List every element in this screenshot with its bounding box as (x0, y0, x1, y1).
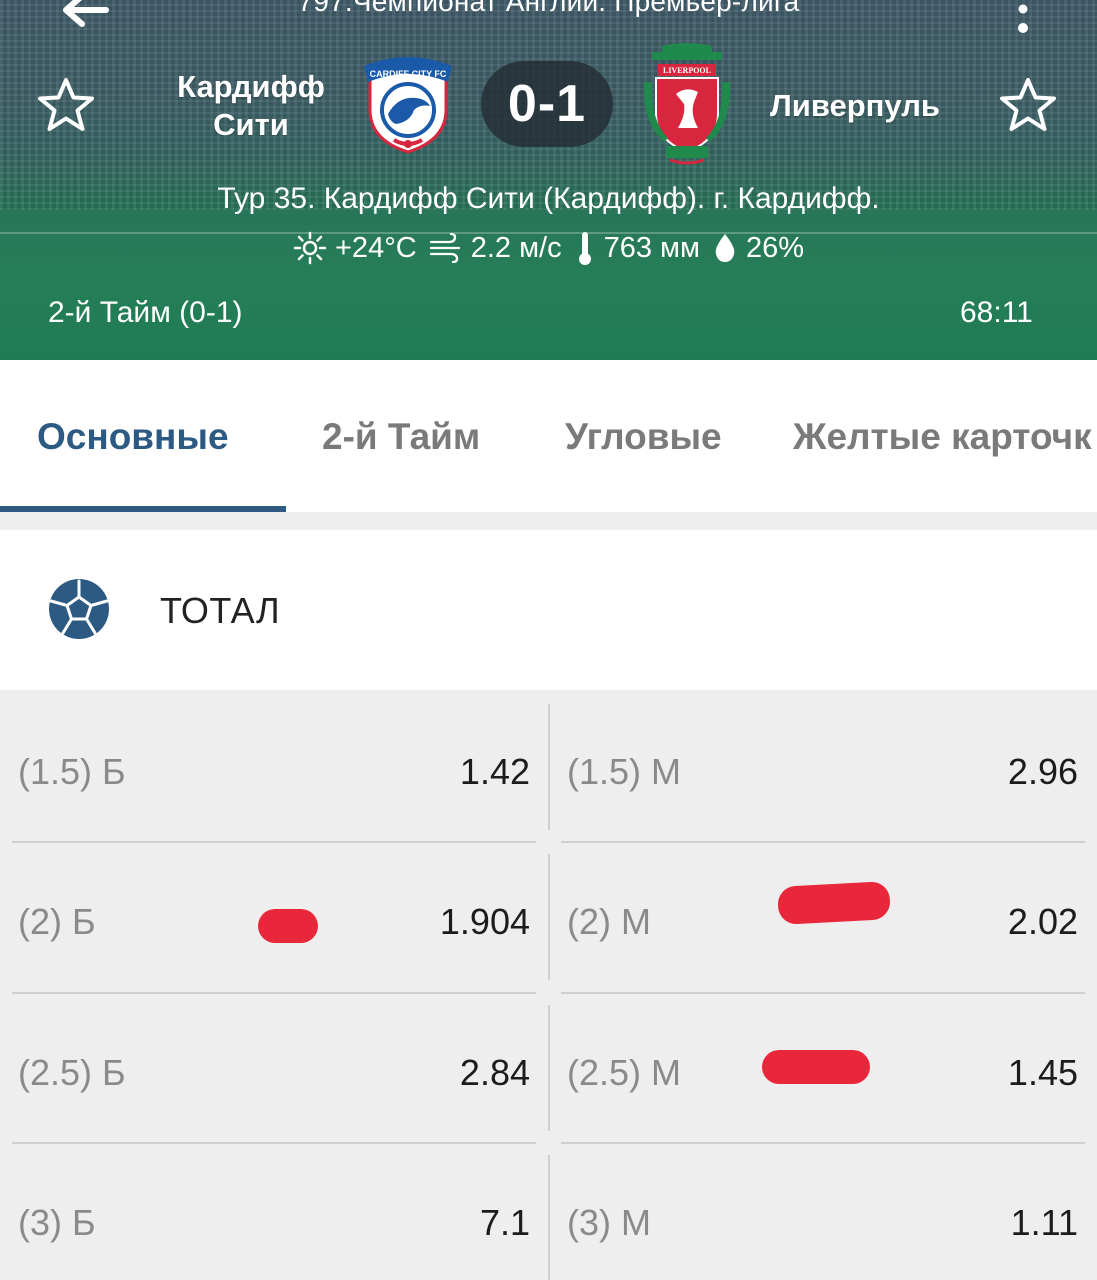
match-score: 0-1 (481, 61, 613, 147)
match-time: 68:11 (960, 296, 1033, 329)
over-label: (2) Б (18, 901, 96, 942)
under-odd: 1.11 (1010, 1202, 1078, 1243)
wind-value: 2.2 м/с (470, 231, 562, 264)
row-divider (12, 992, 536, 994)
row-divider (12, 1142, 536, 1144)
away-team-name[interactable]: Ливерпуль (760, 87, 950, 125)
soccer-ball-icon (49, 579, 109, 639)
thermometer-icon (578, 232, 591, 265)
row-divider (561, 1142, 1085, 1144)
pressure-value: 763 мм (603, 231, 700, 264)
tab-main[interactable]: Основные (37, 416, 229, 458)
humidity-value: 26% (745, 231, 804, 264)
temperature-value: +24°C (335, 231, 417, 264)
red-annotation-mark (777, 881, 891, 925)
over-label: (3) Б (18, 1202, 96, 1243)
match-header: 797.Чемпионат Англии. Премьер-лига Карди… (0, 0, 1097, 360)
under-label: (2) М (567, 901, 651, 942)
under-odd: 2.96 (1007, 751, 1078, 792)
under-odd: 1.45 (1007, 1052, 1078, 1093)
home-team-name[interactable]: Кардифф Сити (166, 68, 336, 144)
sun-icon (293, 231, 327, 265)
match-venue: Тур 35. Кардифф Сити (Кардифф). г. Карди… (217, 182, 880, 215)
over-label: (2.5) Б (18, 1052, 126, 1093)
odds-over-button[interactable]: (1.5) Б 1.42 (0, 694, 548, 844)
row-divider (561, 841, 1085, 843)
weather-bar: +24°C 2.2 м/с 763 мм 26% (0, 228, 1097, 268)
home-team-name-line2: Сити (213, 107, 289, 142)
favorite-star-home-icon[interactable] (36, 76, 96, 134)
red-annotation-mark (258, 909, 318, 943)
column-divider (548, 1005, 550, 1131)
total-odds-grid: (1.5) Б 1.42 (1.5) М 2.96 (2) Б 1.904 (2… (0, 690, 1097, 1280)
tab-corners[interactable]: Угловые (565, 416, 722, 458)
under-odd: 2.02 (1007, 901, 1078, 942)
under-label: (3) М (567, 1202, 651, 1243)
back-arrow-icon[interactable] (56, 0, 112, 38)
odds-over-button[interactable]: (3) Б 7.1 (0, 1145, 548, 1280)
over-odd: 7.1 (479, 1202, 530, 1243)
tab-second-half[interactable]: 2-й Тайм (322, 416, 480, 458)
league-title: 797.Чемпионат Англии. Премьер-лига (297, 0, 800, 17)
cardiff-logo-text: CARDIFF CITY FC (370, 69, 447, 79)
more-options-icon[interactable] (1012, 4, 1034, 40)
over-odd: 2.84 (459, 1052, 530, 1093)
odds-over-button[interactable]: (2.5) Б 2.84 (0, 995, 548, 1145)
separator-band (0, 512, 1097, 530)
row-divider (561, 992, 1085, 994)
column-divider (548, 854, 550, 980)
column-divider (548, 1155, 550, 1280)
row-divider (12, 841, 536, 843)
wind-icon (429, 233, 460, 263)
liverpool-logo: LIVERPOOL (643, 43, 731, 165)
tab-yellow-cards[interactable]: Желтые карточк (793, 416, 1092, 458)
market-tabs: Основные 2-й Тайм Угловые Желтые карточк (0, 360, 1097, 512)
over-label: (1.5) Б (18, 751, 126, 792)
humidity-drop-icon (715, 234, 735, 262)
section-title: ТОТАЛ (160, 590, 281, 631)
column-divider (548, 704, 550, 830)
home-team-name-line1: Кардифф (177, 69, 325, 104)
cardiff-city-logo: CARDIFF CITY FC (364, 57, 452, 154)
over-odd: 1.42 (459, 751, 530, 792)
under-label: (2.5) М (567, 1052, 682, 1093)
under-label: (1.5) М (567, 751, 682, 792)
odds-under-button[interactable]: (1.5) М 2.96 (550, 694, 1097, 844)
odds-under-button[interactable]: (3) М 1.11 (550, 1145, 1097, 1280)
match-period: 2-й Тайм (0-1) (48, 296, 243, 329)
total-section-header[interactable]: ТОТАЛ (0, 530, 1097, 690)
favorite-star-away-icon[interactable] (998, 76, 1058, 134)
liverpool-logo-text: LIVERPOOL (663, 66, 711, 75)
red-annotation-mark (762, 1050, 870, 1084)
over-odd: 1.904 (439, 901, 530, 942)
